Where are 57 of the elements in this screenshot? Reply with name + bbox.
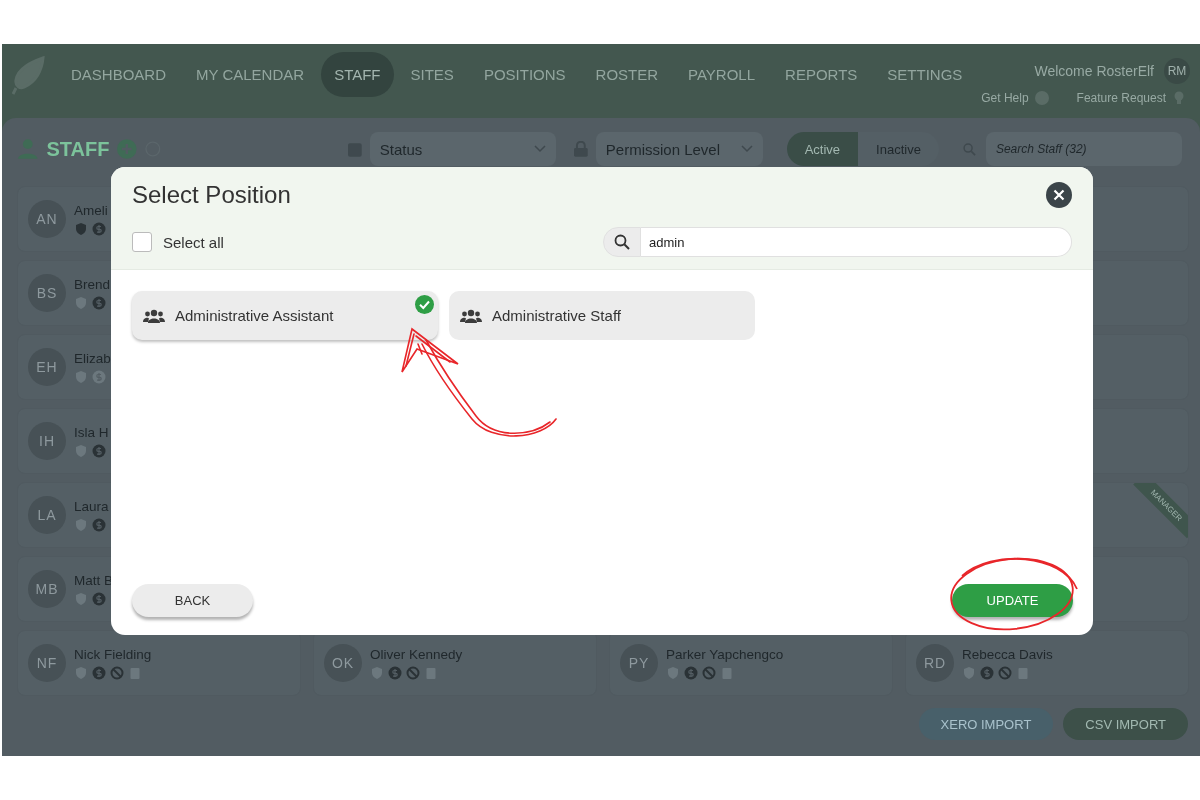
position-chip[interactable]: Administrative Staff <box>449 291 755 340</box>
select-all-checkbox[interactable] <box>132 232 152 252</box>
select-all-label[interactable]: Select all <box>163 233 224 251</box>
initials-avatar: RD <box>916 644 954 682</box>
initials-avatar: NF <box>28 644 66 682</box>
page-title: STAFF <box>46 137 110 161</box>
status-toggle-tab[interactable]: Active <box>786 132 859 166</box>
initials-avatar: BS <box>28 274 66 312</box>
dialog-title: Select Position <box>132 181 291 209</box>
staff-name: Isla H <box>74 424 109 440</box>
back-button[interactable]: BACK <box>132 584 253 617</box>
initials-avatar: MB <box>28 570 66 608</box>
feature-request-link[interactable]: Feature Request <box>1076 91 1166 105</box>
staff-name: Rebecca Davis <box>962 646 1053 662</box>
nav-tab[interactable]: PAYROLL <box>675 52 769 97</box>
chevron-down-icon <box>740 145 753 153</box>
staff-name: Parker Yapchengco <box>666 646 784 662</box>
nav-tab[interactable]: DASHBOARD <box>58 52 180 97</box>
initials-avatar: PY <box>620 644 658 682</box>
nav-tab[interactable]: SITES <box>397 52 467 97</box>
staff-name: Ameli <box>74 202 108 218</box>
initials-avatar: IH <box>28 422 66 460</box>
check-icon <box>415 295 434 314</box>
close-icon[interactable] <box>1046 182 1072 208</box>
nav-tab[interactable]: ROSTER <box>582 52 672 97</box>
user-avatar[interactable]: RM <box>1164 58 1190 84</box>
help-link[interactable]: Get Help <box>981 91 1029 105</box>
nav-tab[interactable]: MY CALENDAR <box>183 52 318 97</box>
import-button[interactable]: XERO IMPORT <box>918 708 1054 740</box>
welcome-text: Welcome RosterElf <box>1034 63 1154 79</box>
search-field[interactable]: Search Staff (32) <box>985 132 1182 166</box>
staff-name: Laura <box>74 498 109 514</box>
status-toggle-tab[interactable]: Inactive <box>858 132 939 166</box>
search-button[interactable] <box>603 227 641 257</box>
nav-tab[interactable]: STAFF <box>321 52 394 97</box>
people-icon <box>460 308 482 323</box>
initials-avatar: AN <box>28 200 66 238</box>
position-chip[interactable]: Administrative Assistant <box>132 291 438 340</box>
permission-dropdown[interactable]: Permission Level <box>595 132 763 166</box>
position-search-field[interactable]: admin <box>641 227 1072 257</box>
staff-name: Nick Fielding <box>74 646 152 662</box>
people-icon <box>143 308 165 323</box>
search-icon <box>614 234 630 250</box>
initials-avatar: OK <box>324 644 362 682</box>
update-button[interactable]: UPDATE <box>952 584 1073 617</box>
import-button[interactable]: CSV IMPORT <box>1063 708 1188 740</box>
staff-name: Elizab <box>74 350 111 366</box>
initials-avatar: LA <box>28 496 66 534</box>
initials-avatar: EH <box>28 348 66 386</box>
nav-tab[interactable]: SETTINGS <box>874 52 976 97</box>
lightbulb-icon <box>1172 90 1186 106</box>
chevron-down-icon <box>534 145 547 153</box>
nav-tab[interactable]: POSITIONS <box>470 52 579 97</box>
staff-name: Brend <box>74 276 111 292</box>
status-dropdown[interactable]: Status <box>369 132 557 166</box>
nav-tab[interactable]: REPORTS <box>772 52 871 97</box>
staff-name: Oliver Kennedy <box>370 646 463 662</box>
